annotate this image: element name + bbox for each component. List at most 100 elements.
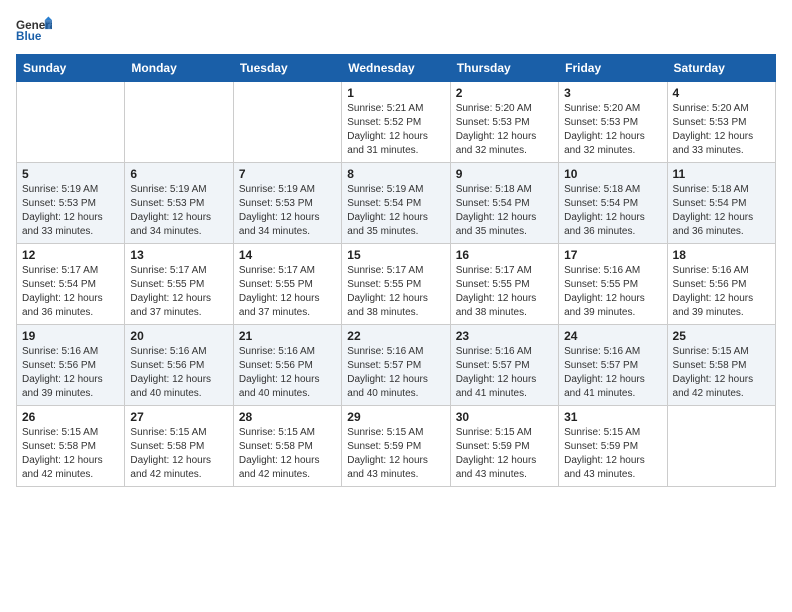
day-info: Sunrise: 5:15 AMSunset: 5:58 PMDaylight:…: [22, 426, 119, 482]
calendar-week-row: 5Sunrise: 5:19 AMSunset: 5:53 PMDaylight…: [17, 163, 776, 244]
calendar-day-cell: [667, 406, 775, 487]
calendar-day-cell: 4Sunrise: 5:20 AMSunset: 5:53 PMDaylight…: [667, 82, 775, 163]
page-header: General Blue: [16, 16, 776, 44]
calendar-day-cell: 20 Sunrise: 5:16 AMSunset: 5:56 PMDayligh…: [125, 325, 233, 406]
day-info: Sunrise: 5:15 AMSunset: 5:58 PMDaylight:…: [673, 345, 770, 401]
day-info: Sunrise: 5:15 AMSunset: 5:59 PMDaylight:…: [456, 426, 553, 482]
day-number: 21: [239, 329, 336, 343]
calendar-header-row: SundayMondayTuesdayWednesdayThursdayFrid…: [17, 55, 776, 82]
day-info: Sunrise: 5:17 AMSunset: 5:54 PMDaylight:…: [22, 264, 119, 320]
day-info: Sunrise: 5:16 AMSunset: 5:57 PMDaylight:…: [564, 345, 661, 401]
day-info: Sunrise: 5:19 AMSunset: 5:53 PMDaylight:…: [130, 183, 227, 239]
calendar-day-cell: 23 Sunrise: 5:16 AMSunset: 5:57 PMDayligh…: [450, 325, 558, 406]
day-info: Sunrise: 5:15 AMSunset: 5:58 PMDaylight:…: [239, 426, 336, 482]
calendar-week-row: 26 Sunrise: 5:15 AMSunset: 5:58 PMDayligh…: [17, 406, 776, 487]
weekday-header: Sunday: [17, 55, 125, 82]
day-info: Sunrise: 5:19 AMSunset: 5:54 PMDaylight:…: [347, 183, 444, 239]
day-info: Sunrise: 5:16 AMSunset: 5:56 PMDaylight:…: [130, 345, 227, 401]
calendar-day-cell: 7Sunrise: 5:19 AMSunset: 5:53 PMDaylight…: [233, 163, 341, 244]
day-number: 12: [22, 248, 119, 262]
logo-icon: General Blue: [16, 16, 52, 44]
day-info: Sunrise: 5:16 AMSunset: 5:57 PMDaylight:…: [456, 345, 553, 401]
calendar-day-cell: 18Sunrise: 5:16 AMSunset: 5:56 PMDayligh…: [667, 244, 775, 325]
day-info: Sunrise: 5:16 AMSunset: 5:56 PMDaylight:…: [22, 345, 119, 401]
calendar-day-cell: 2 Sunrise: 5:20 AMSunset: 5:53 PMDaylight…: [450, 82, 558, 163]
day-info: Sunrise: 5:16 AMSunset: 5:55 PMDaylight:…: [564, 264, 661, 320]
calendar-day-cell: 6 Sunrise: 5:19 AMSunset: 5:53 PMDaylight…: [125, 163, 233, 244]
day-info: Sunrise: 5:16 AMSunset: 5:56 PMDaylight:…: [239, 345, 336, 401]
day-info: Sunrise: 5:15 AMSunset: 5:58 PMDaylight:…: [130, 426, 227, 482]
calendar-day-cell: 30 Sunrise: 5:15 AMSunset: 5:59 PMDayligh…: [450, 406, 558, 487]
calendar-day-cell: 31Sunrise: 5:15 AMSunset: 5:59 PMDayligh…: [559, 406, 667, 487]
day-number: 6: [130, 167, 227, 181]
day-number: 16: [456, 248, 553, 262]
calendar-day-cell: 24 Sunrise: 5:16 AMSunset: 5:57 PMDayligh…: [559, 325, 667, 406]
day-number: 2: [456, 86, 553, 100]
day-info: Sunrise: 5:20 AMSunset: 5:53 PMDaylight:…: [564, 102, 661, 158]
calendar-day-cell: [125, 82, 233, 163]
day-number: 26: [22, 410, 119, 424]
day-info: Sunrise: 5:15 AMSunset: 5:59 PMDaylight:…: [347, 426, 444, 482]
day-info: Sunrise: 5:18 AMSunset: 5:54 PMDaylight:…: [564, 183, 661, 239]
day-info: Sunrise: 5:20 AMSunset: 5:53 PMDaylight:…: [456, 102, 553, 158]
day-number: 30: [456, 410, 553, 424]
day-number: 29: [347, 410, 444, 424]
day-number: 27: [130, 410, 227, 424]
day-number: 3: [564, 86, 661, 100]
calendar-day-cell: 8Sunrise: 5:19 AMSunset: 5:54 PMDaylight…: [342, 163, 450, 244]
calendar-day-cell: 1 Sunrise: 5:21 AMSunset: 5:52 PMDaylight…: [342, 82, 450, 163]
calendar-day-cell: 17 Sunrise: 5:16 AMSunset: 5:55 PMDayligh…: [559, 244, 667, 325]
day-number: 13: [130, 248, 227, 262]
calendar-day-cell: [233, 82, 341, 163]
day-number: 23: [456, 329, 553, 343]
weekday-header: Saturday: [667, 55, 775, 82]
day-info: Sunrise: 5:17 AMSunset: 5:55 PMDaylight:…: [347, 264, 444, 320]
day-number: 28: [239, 410, 336, 424]
calendar-day-cell: 28 Sunrise: 5:15 AMSunset: 5:58 PMDayligh…: [233, 406, 341, 487]
day-info: Sunrise: 5:17 AMSunset: 5:55 PMDaylight:…: [239, 264, 336, 320]
calendar-day-cell: 13 Sunrise: 5:17 AMSunset: 5:55 PMDayligh…: [125, 244, 233, 325]
day-number: 31: [564, 410, 661, 424]
calendar-day-cell: 15 Sunrise: 5:17 AMSunset: 5:55 PMDayligh…: [342, 244, 450, 325]
calendar-day-cell: 9Sunrise: 5:18 AMSunset: 5:54 PMDaylight…: [450, 163, 558, 244]
day-info: Sunrise: 5:16 AMSunset: 5:57 PMDaylight:…: [347, 345, 444, 401]
calendar-day-cell: 16Sunrise: 5:17 AMSunset: 5:55 PMDayligh…: [450, 244, 558, 325]
day-number: 14: [239, 248, 336, 262]
day-info: Sunrise: 5:20 AMSunset: 5:53 PMDaylight:…: [673, 102, 770, 158]
weekday-header: Thursday: [450, 55, 558, 82]
weekday-header: Friday: [559, 55, 667, 82]
calendar-day-cell: 12 Sunrise: 5:17 AMSunset: 5:54 PMDayligh…: [17, 244, 125, 325]
calendar-day-cell: 21 Sunrise: 5:16 AMSunset: 5:56 PMDayligh…: [233, 325, 341, 406]
calendar-day-cell: 22 Sunrise: 5:16 AMSunset: 5:57 PMDayligh…: [342, 325, 450, 406]
calendar-day-cell: 26 Sunrise: 5:15 AMSunset: 5:58 PMDayligh…: [17, 406, 125, 487]
day-number: 24: [564, 329, 661, 343]
day-number: 18: [673, 248, 770, 262]
day-number: 15: [347, 248, 444, 262]
calendar-table: SundayMondayTuesdayWednesdayThursdayFrid…: [16, 54, 776, 487]
day-number: 22: [347, 329, 444, 343]
day-number: 25: [673, 329, 770, 343]
calendar-day-cell: [17, 82, 125, 163]
day-info: Sunrise: 5:17 AMSunset: 5:55 PMDaylight:…: [130, 264, 227, 320]
calendar-week-row: 12 Sunrise: 5:17 AMSunset: 5:54 PMDayligh…: [17, 244, 776, 325]
day-number: 17: [564, 248, 661, 262]
day-info: Sunrise: 5:21 AMSunset: 5:52 PMDaylight:…: [347, 102, 444, 158]
day-number: 7: [239, 167, 336, 181]
day-number: 20: [130, 329, 227, 343]
day-info: Sunrise: 5:18 AMSunset: 5:54 PMDaylight:…: [673, 183, 770, 239]
day-number: 9: [456, 167, 553, 181]
calendar-day-cell: 29 Sunrise: 5:15 AMSunset: 5:59 PMDayligh…: [342, 406, 450, 487]
calendar-day-cell: 25 Sunrise: 5:15 AMSunset: 5:58 PMDayligh…: [667, 325, 775, 406]
day-number: 10: [564, 167, 661, 181]
weekday-header: Tuesday: [233, 55, 341, 82]
calendar-day-cell: 3 Sunrise: 5:20 AMSunset: 5:53 PMDaylight…: [559, 82, 667, 163]
logo: General Blue: [16, 16, 52, 44]
weekday-header: Monday: [125, 55, 233, 82]
day-number: 1: [347, 86, 444, 100]
calendar-week-row: 1 Sunrise: 5:21 AMSunset: 5:52 PMDaylight…: [17, 82, 776, 163]
calendar-day-cell: 11Sunrise: 5:18 AMSunset: 5:54 PMDayligh…: [667, 163, 775, 244]
svg-text:Blue: Blue: [16, 30, 42, 43]
weekday-header: Wednesday: [342, 55, 450, 82]
calendar-day-cell: 27 Sunrise: 5:15 AMSunset: 5:58 PMDayligh…: [125, 406, 233, 487]
calendar-day-cell: 5Sunrise: 5:19 AMSunset: 5:53 PMDaylight…: [17, 163, 125, 244]
